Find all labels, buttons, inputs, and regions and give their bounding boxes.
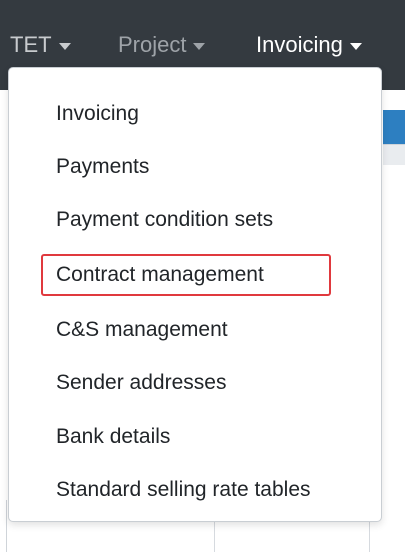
page: TET Project Invoicing Invoicing Payments… bbox=[0, 0, 405, 552]
menu-item-bank-details[interactable]: Bank details bbox=[56, 417, 170, 457]
nav-menu-label: TET bbox=[10, 32, 52, 57]
background-header-strip bbox=[383, 110, 405, 144]
menu-item-payments[interactable]: Payments bbox=[56, 147, 149, 187]
nav-menu-tet[interactable]: TET bbox=[10, 30, 71, 60]
menu-item-cs-management[interactable]: C&S management bbox=[56, 310, 228, 350]
menu-item-standard-selling-rate-tables[interactable]: Standard selling rate tables bbox=[56, 470, 311, 510]
nav-menu-invoicing[interactable]: Invoicing bbox=[256, 30, 362, 60]
background-table-divider bbox=[214, 520, 215, 552]
caret-down-icon bbox=[58, 42, 71, 50]
menu-item-contract-management[interactable]: Contract management bbox=[56, 255, 264, 295]
invoicing-dropdown-menu: Invoicing Payments Payment condition set… bbox=[8, 67, 382, 522]
caret-down-icon bbox=[193, 42, 206, 50]
menu-item-payment-condition-sets[interactable]: Payment condition sets bbox=[56, 200, 273, 240]
background-table-divider bbox=[369, 520, 370, 552]
menu-item-invoicing[interactable]: Invoicing bbox=[56, 94, 139, 134]
nav-menu-project[interactable]: Project bbox=[118, 30, 206, 60]
background-divider bbox=[6, 500, 7, 552]
background-row-strip bbox=[383, 144, 405, 165]
caret-down-icon bbox=[349, 42, 362, 50]
menu-item-sender-addresses[interactable]: Sender addresses bbox=[56, 363, 226, 403]
nav-menu-label: Project bbox=[118, 32, 187, 57]
nav-menu-label: Invoicing bbox=[256, 32, 343, 57]
